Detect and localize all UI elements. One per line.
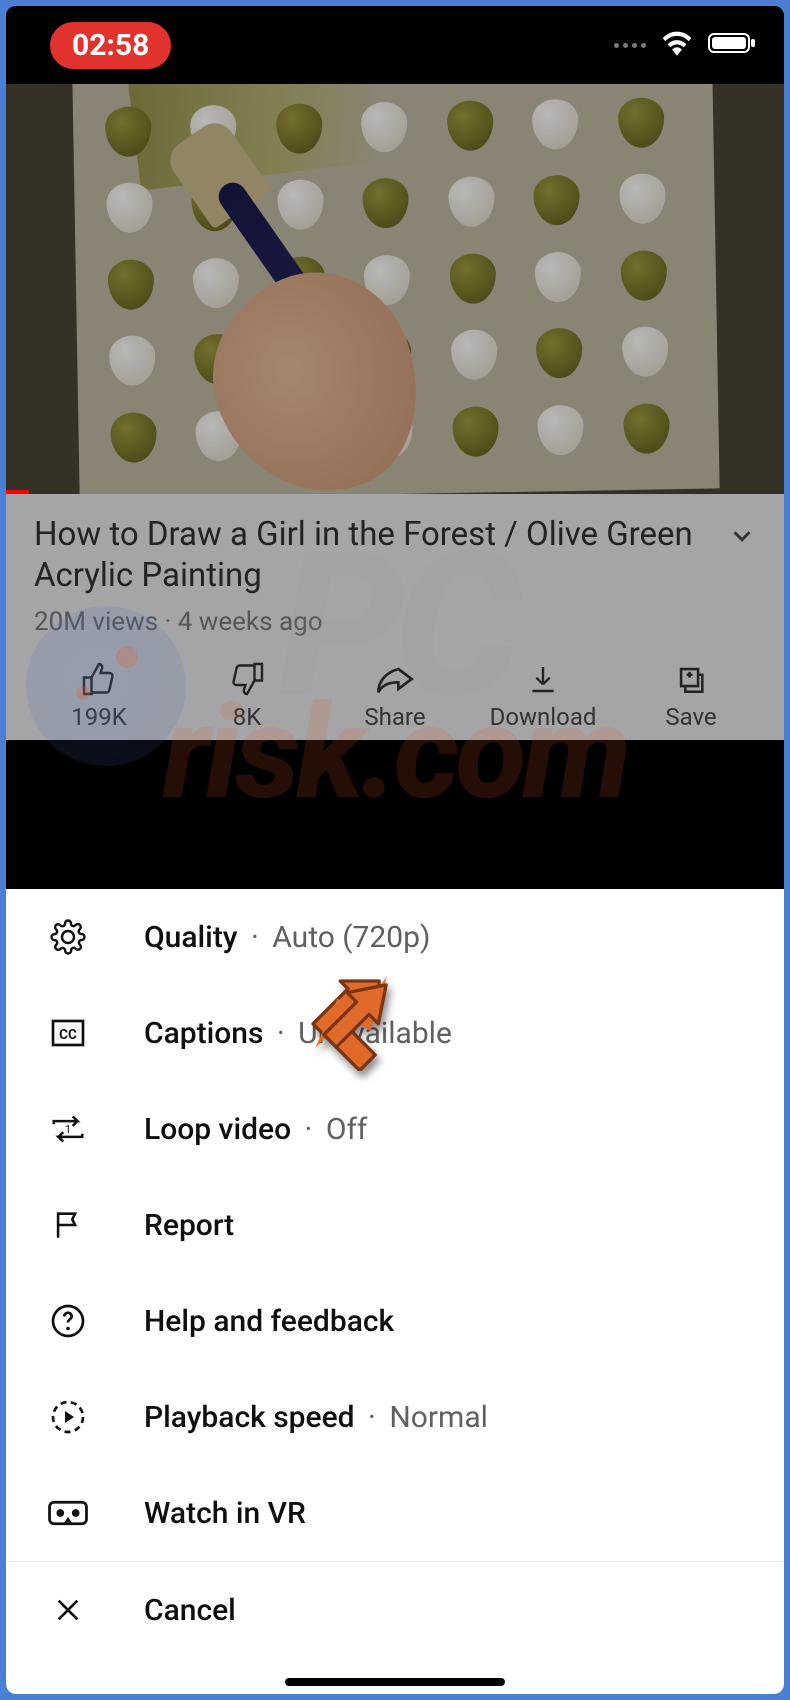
cellular-dots-icon [614, 43, 646, 48]
status-bar: 02:58 [6, 6, 784, 84]
dislike-button[interactable]: 8K [192, 661, 302, 731]
menu-item-report[interactable]: Report [6, 1177, 784, 1273]
vr-label: Watch in VR [144, 1496, 306, 1531]
report-label: Report [144, 1208, 234, 1243]
quality-label: Quality [144, 920, 238, 955]
progress-bar[interactable] [6, 490, 29, 494]
svg-text:CC: CC [59, 1027, 77, 1043]
video-content [72, 84, 719, 494]
upload-age: 4 weeks ago [178, 607, 323, 637]
share-button[interactable]: Share [340, 661, 450, 731]
video-title[interactable]: How to Draw a Girl in the Forest / Olive… [34, 514, 722, 597]
speed-value: Normal [389, 1400, 488, 1435]
download-icon [527, 661, 559, 697]
captions-label: Captions [144, 1016, 263, 1051]
menu-item-vr[interactable]: Watch in VR [6, 1465, 784, 1561]
menu-item-cancel[interactable]: Cancel [6, 1562, 784, 1658]
speed-icon [48, 1397, 88, 1437]
like-button[interactable]: 199K [44, 661, 154, 731]
save-button[interactable]: Save [636, 661, 746, 731]
cancel-label: Cancel [144, 1593, 236, 1628]
close-icon [48, 1590, 88, 1630]
help-label: Help and feedback [144, 1304, 394, 1339]
captions-icon: CC [48, 1013, 88, 1053]
thumbs-up-icon [81, 661, 117, 697]
vr-icon [48, 1493, 88, 1533]
video-player[interactable] [6, 84, 784, 494]
home-indicator[interactable] [285, 1678, 505, 1686]
loop-label: Loop video [144, 1112, 291, 1147]
video-brush [131, 124, 460, 463]
view-count: 20M views [34, 607, 158, 637]
expand-description-button[interactable] [722, 516, 762, 556]
share-label: Share [364, 703, 425, 731]
battery-icon [708, 31, 758, 59]
status-recording-time: 02:58 [50, 22, 171, 69]
like-count: 199K [71, 703, 127, 731]
share-icon [375, 661, 415, 697]
video-meta: 20M views · 4 weeks ago [34, 607, 756, 637]
options-sheet: Quality · Auto (720p) CC Captions · Unav… [6, 889, 784, 1694]
wifi-icon [660, 30, 694, 60]
menu-item-loop[interactable]: 1 Loop video · Off [6, 1081, 784, 1177]
loop-value: Off [326, 1112, 368, 1147]
dislike-count: 8K [233, 703, 262, 731]
menu-item-speed[interactable]: Playback speed · Normal [6, 1369, 784, 1465]
download-label: Download [490, 703, 597, 731]
status-icons [614, 30, 758, 60]
video-info: How to Draw a Girl in the Forest / Olive… [6, 494, 784, 740]
flag-icon [48, 1205, 88, 1245]
menu-item-quality[interactable]: Quality · Auto (720p) [6, 889, 784, 985]
device-frame: 02:58 [6, 6, 784, 1694]
save-label: Save [665, 703, 716, 731]
quality-value: Auto (720p) [272, 920, 430, 955]
gear-icon [48, 917, 88, 957]
video-hand [184, 246, 447, 494]
download-button[interactable]: Download [488, 661, 598, 731]
save-icon [674, 661, 708, 697]
speed-label: Playback speed [144, 1400, 355, 1435]
thumbs-down-icon [229, 661, 265, 697]
menu-item-captions[interactable]: CC Captions · Unavailable [6, 985, 784, 1081]
captions-value: Unavailable [298, 1016, 452, 1051]
loop-icon: 1 [48, 1109, 88, 1149]
menu-item-help[interactable]: Help and feedback [6, 1273, 784, 1369]
svg-text:1: 1 [65, 1123, 71, 1136]
help-icon [48, 1301, 88, 1341]
